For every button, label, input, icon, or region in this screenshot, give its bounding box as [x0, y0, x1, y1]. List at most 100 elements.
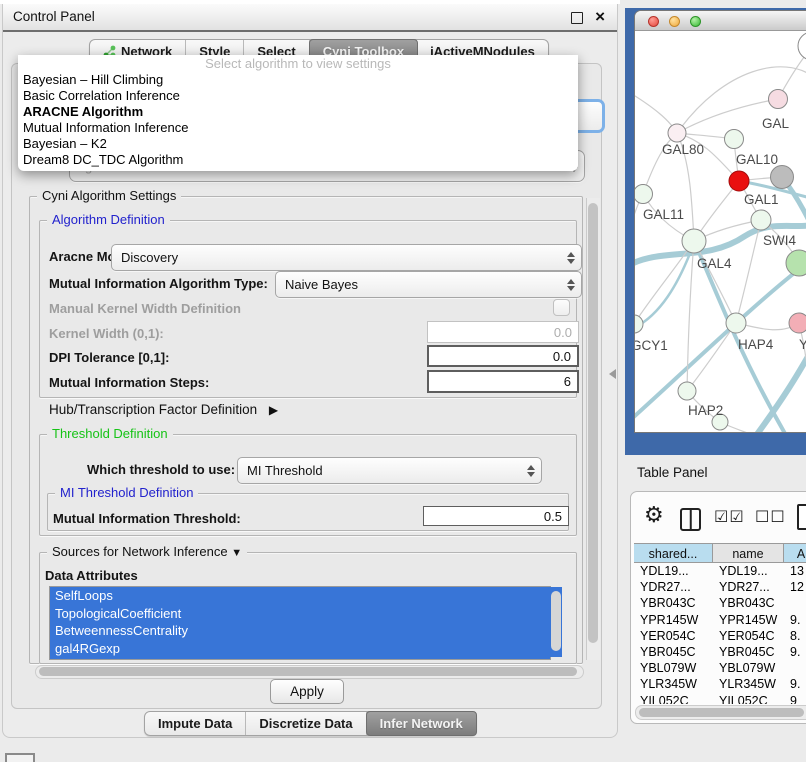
manual-kernel-checkbox[interactable] — [553, 299, 570, 316]
settings-vertical-scrollbar-thumb[interactable] — [588, 203, 598, 643]
kernel-width-value: 0.0 — [554, 325, 572, 340]
mi-steps-value: 6 — [564, 374, 571, 389]
attributes-list-scrollbar-thumb[interactable] — [551, 591, 561, 651]
dpi-tolerance-field[interactable]: 0.0 — [427, 345, 579, 367]
mi-threshold-field[interactable]: 0.5 — [423, 506, 569, 526]
bottom-tabbar: Impute Data Discretize Data Infer Networ… — [144, 711, 477, 736]
kernel-width-label: Kernel Width (0,1): — [49, 326, 164, 341]
list-item[interactable]: TopologicalCoefficient — [50, 605, 550, 623]
which-threshold-label: Which threshold to use: — [87, 462, 235, 477]
minimized-panel-chip[interactable] — [5, 753, 35, 762]
hub-factor-expander[interactable]: Hub/Transcription Factor Definition ▶ — [49, 402, 278, 417]
dropdown-item[interactable]: Bayesian – Hill Climbing — [18, 72, 578, 88]
aracne-mode-combo[interactable]: Discovery — [111, 244, 582, 271]
node — [635, 315, 643, 333]
node-label: GAL — [762, 116, 790, 131]
table-row[interactable]: YDR27...YDR27...12 — [634, 579, 806, 595]
application-window: Control Panel × Network Style Select Cyn… — [0, 0, 806, 762]
node-label: HAP2 — [688, 403, 723, 418]
table-row[interactable]: YPR145WYPR145W9. — [634, 612, 806, 628]
column-header[interactable]: name — [713, 543, 784, 563]
document-icon[interactable] — [797, 504, 806, 530]
panel-splitter-arrow-icon[interactable] — [609, 369, 616, 379]
aracne-mode-value: Discovery — [121, 250, 178, 265]
dropdown-item[interactable]: Basic Correlation Inference — [18, 88, 578, 104]
mi-threshold-value: 0.5 — [544, 509, 562, 524]
node-label: GAL80 — [662, 142, 704, 157]
sources-group-title[interactable]: Sources for Network Inference ▼ — [47, 544, 247, 559]
node — [682, 229, 706, 253]
table-horizontal-scrollbar[interactable] — [635, 705, 806, 720]
tab-discretize-data[interactable]: Discretize Data — [246, 712, 366, 735]
settings-vertical-scrollbar[interactable] — [586, 198, 600, 660]
node — [725, 130, 744, 149]
table-header: shared... name A — [634, 543, 806, 563]
list-item[interactable]: SelfLoops — [50, 587, 550, 605]
node — [635, 185, 653, 204]
which-threshold-combo[interactable]: MI Threshold — [237, 457, 542, 484]
algorithm-dropdown: Select algorithm to view settings Bayesi… — [18, 55, 578, 171]
list-item[interactable]: gal4RGexp — [50, 640, 550, 658]
float-panel-icon[interactable] — [571, 12, 583, 24]
node-label: Y — [799, 337, 806, 352]
traffic-light-close-icon[interactable] — [648, 16, 659, 27]
mi-type-value: Naive Bayes — [285, 277, 358, 292]
table-row[interactable]: YBR045CYBR045C9. — [634, 644, 806, 660]
table-horizontal-scrollbar-thumb[interactable] — [639, 708, 804, 717]
table-row[interactable]: YLR345WYLR345W9. — [634, 676, 806, 692]
algorithm-dropdown-placeholder: Select algorithm to view settings — [18, 55, 578, 72]
split-columns-icon[interactable] — [680, 508, 701, 531]
node-label: GAL10 — [736, 152, 778, 167]
data-attributes-label: Data Attributes — [45, 568, 138, 583]
node — [786, 250, 806, 276]
chevron-right-icon: ▶ — [269, 403, 278, 417]
table-row[interactable]: YBR043CYBR043C — [634, 595, 806, 611]
kernel-width-field[interactable]: 0.0 — [427, 321, 579, 343]
mi-steps-label: Mutual Information Steps: — [49, 375, 209, 390]
node-label: GCY1 — [635, 338, 668, 353]
table-panel-title: Table Panel — [637, 465, 708, 480]
close-icon[interactable]: × — [595, 7, 605, 27]
network-window[interactable]: GAL GAL80 GAL10 GAL1 GAL11 SWI4 GAL4 GCY… — [634, 10, 806, 433]
control-panel-title: Control Panel — [13, 9, 95, 24]
node — [751, 210, 771, 230]
network-canvas[interactable]: GAL GAL80 GAL10 GAL1 GAL11 SWI4 GAL4 GCY… — [635, 31, 806, 432]
apply-button[interactable]: Apply — [270, 679, 344, 704]
list-item[interactable]: BetweennessCentrality — [50, 622, 550, 640]
mi-steps-field[interactable]: 6 — [427, 370, 579, 393]
dropdown-item[interactable]: ARACNE Algorithm — [18, 104, 578, 120]
table-row[interactable]: YIL052CYIL052C9 — [634, 693, 806, 704]
gear-icon[interactable]: ⚙ — [644, 504, 664, 526]
dropdown-item[interactable]: Mutual Information Inference — [18, 120, 578, 136]
tab-impute-data[interactable]: Impute Data — [145, 712, 246, 735]
tab-infer-network[interactable]: Infer Network — [366, 711, 477, 736]
table-row[interactable]: YBL079WYBL079W — [634, 660, 806, 676]
node-label: GAL4 — [697, 256, 732, 271]
mi-type-combo[interactable]: Naive Bayes — [275, 271, 582, 298]
settings-horizontal-scrollbar[interactable] — [35, 665, 584, 679]
control-panel-titlebar: Control Panel × — [3, 4, 617, 32]
traffic-light-zoom-icon[interactable] — [690, 16, 701, 27]
settings-horizontal-scrollbar-thumb[interactable] — [39, 667, 577, 676]
checked-boxes-icon[interactable]: ☑☑ — [714, 507, 745, 527]
mi-threshold-group-title: MI Threshold Definition — [55, 485, 198, 500]
dropdown-item[interactable]: Dream8 DC_TDC Algorithm — [18, 152, 578, 168]
unchecked-boxes-icon[interactable]: ☐☐ — [755, 507, 786, 527]
mi-type-label: Mutual Information Algorithm Type: — [49, 276, 268, 291]
data-attributes-list[interactable]: SelfLoops TopologicalCoefficient Between… — [49, 586, 551, 660]
combo-spinner-icon — [566, 252, 574, 264]
network-window-titlebar[interactable] — [635, 11, 806, 31]
table-row[interactable]: YER054CYER054C8. — [634, 628, 806, 644]
apply-button-label: Apply — [290, 684, 324, 699]
column-header[interactable]: shared... — [634, 543, 713, 563]
table-row[interactable]: YDL19...YDL19...13 — [634, 563, 806, 579]
chevron-down-icon: ▼ — [231, 547, 242, 559]
hub-factor-expander-label: Hub/Transcription Factor Definition — [49, 402, 257, 417]
manual-kernel-label: Manual Kernel Width Definition — [49, 301, 241, 316]
tab-discretize-data-label: Discretize Data — [259, 716, 352, 731]
column-header[interactable]: A — [784, 543, 806, 563]
attributes-list-scrollbar[interactable] — [550, 587, 562, 657]
traffic-light-minimize-icon[interactable] — [669, 16, 680, 27]
dropdown-item[interactable]: Bayesian – K2 — [18, 136, 578, 152]
table-panel: ⚙ ☑☑ ☐☐ shared... name A YDL19...YDL19..… — [630, 491, 806, 724]
